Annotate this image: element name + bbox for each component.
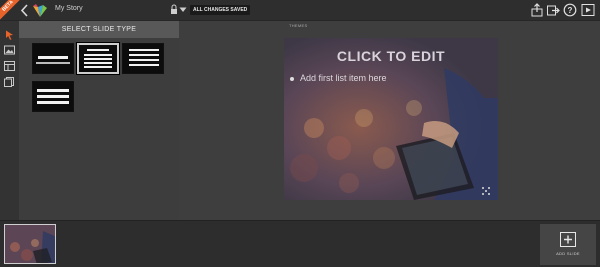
help-icon[interactable]: ? [563, 3, 577, 17]
thumb-bullet-bar [129, 54, 159, 56]
thumb-subtitle-bar [36, 62, 70, 64]
slide-thumbnail[interactable] [4, 224, 56, 264]
themes-tab[interactable]: THEMES [289, 23, 307, 28]
top-bar: BETA My Story ALL CHANGES SAVED ? [0, 0, 600, 22]
save-status-badge: ALL CHANGES SAVED [190, 5, 251, 15]
layout-option-title[interactable] [32, 43, 74, 74]
add-slide-icon [560, 232, 576, 247]
layout-option-bullets[interactable] [122, 43, 164, 74]
add-slide-label: ADD SLIDE [556, 251, 580, 256]
slide-type-panel: SELECT SLIDE TYPE [19, 21, 179, 220]
layout-option-text-block[interactable] [32, 81, 74, 112]
play-icon[interactable] [581, 3, 595, 17]
thumb-bullet-bar [129, 49, 159, 51]
pages-icon[interactable] [4, 77, 15, 87]
exit-icon[interactable] [546, 3, 560, 17]
thumb-bullet-bar [84, 66, 112, 68]
thumb-title-bar [38, 56, 68, 59]
move-handle-icon[interactable] [480, 185, 492, 197]
tool-rail [0, 21, 19, 220]
back-icon[interactable] [19, 4, 31, 17]
slide-bullet-item[interactable]: Add first list item here [290, 73, 387, 83]
thumb-text-bar [37, 89, 69, 92]
image-icon[interactable] [4, 45, 15, 55]
lock-icon[interactable] [170, 4, 178, 15]
thumb-text-bar [37, 95, 69, 98]
slide-bullet-text[interactable]: Add first list item here [300, 73, 387, 83]
layout-option-title-bullets[interactable] [76, 42, 120, 75]
slide-canvas[interactable]: CLICK TO EDIT Add first list item here [284, 38, 498, 200]
thumb-bullet-bar [84, 58, 112, 60]
thumb-bullet-bar [129, 59, 159, 61]
svg-text:?: ? [568, 6, 573, 15]
chevron-down-icon[interactable] [179, 7, 187, 13]
slide-title[interactable]: CLICK TO EDIT [284, 48, 498, 64]
bullet-dot [290, 76, 294, 81]
thumb-text-bar [37, 101, 69, 104]
logo-icon [33, 4, 47, 17]
app-window: BETA My Story ALL CHANGES SAVED ? SELECT… [0, 0, 600, 267]
pointer-icon[interactable] [4, 30, 15, 40]
story-title[interactable]: My Story [55, 5, 83, 12]
panel-header: SELECT SLIDE TYPE [19, 21, 179, 38]
add-slide-button[interactable]: ADD SLIDE [540, 224, 596, 265]
thumb-bullet-bar [84, 54, 112, 56]
layout-icon[interactable] [4, 61, 15, 71]
thumb-bullet-bar [129, 64, 159, 66]
slide-filmstrip: ADD SLIDE [0, 220, 600, 267]
share-icon[interactable] [530, 3, 544, 17]
slide-thumbnail-image [5, 225, 55, 263]
thumb-bullet-bar [84, 62, 112, 64]
thumb-title-bar [87, 49, 109, 51]
